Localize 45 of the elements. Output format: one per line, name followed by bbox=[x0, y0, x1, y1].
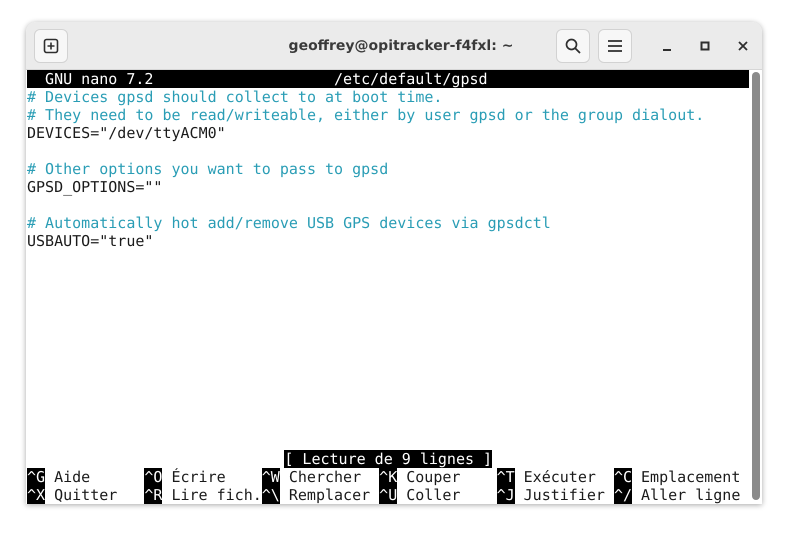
shortcut-label: Couper bbox=[406, 468, 460, 486]
shortcut-label: Quitter bbox=[54, 486, 118, 504]
shortcut-key: ^\ bbox=[262, 486, 280, 504]
menu-icon bbox=[607, 38, 623, 52]
shortcut-key: ^U bbox=[379, 486, 398, 504]
code-comment: # Other options you want to pass to gpsd bbox=[27, 160, 388, 178]
shortcut-key: ^T bbox=[496, 468, 515, 486]
code-comment: # Automatically hot add/remove USB GPS devices via gpsdctl bbox=[27, 214, 551, 232]
shortcut-label: Remplacer bbox=[288, 486, 370, 504]
search-icon bbox=[565, 38, 581, 54]
code-comment: # They need to be read/writeable, either by user gpsd or the group dialout. bbox=[27, 106, 704, 124]
shortcut-label: Aller ligne bbox=[641, 486, 740, 504]
file-path: /etc/default/gpsd bbox=[334, 70, 488, 88]
shortcut-key: ^X bbox=[27, 486, 46, 504]
editor-version: GNU nano 7.2 bbox=[45, 70, 154, 88]
shortcut-key: ^J bbox=[496, 486, 515, 504]
code-line: DEVICES="/dev/ttyACM0" bbox=[27, 124, 226, 142]
maximize-icon bbox=[700, 40, 710, 50]
shortcut-label: Justifier bbox=[524, 486, 605, 504]
shortcut-key: ^/ bbox=[614, 486, 632, 504]
shortcut-label: Écrire bbox=[171, 468, 226, 486]
scrollbar-thumb[interactable] bbox=[752, 72, 760, 500]
shortcut-label: Exécuter bbox=[524, 468, 596, 486]
shortcut-key: ^R bbox=[144, 486, 162, 504]
minimize-icon bbox=[663, 48, 671, 50]
plus-square-icon bbox=[43, 38, 59, 54]
close-icon bbox=[738, 40, 748, 50]
shortcut-label: Aide bbox=[54, 468, 90, 486]
status-message: [ Lecture de 9 lignes ] bbox=[284, 450, 492, 468]
shortcut-key: ^G bbox=[27, 468, 46, 486]
code-line: GPSD_OPTIONS="" bbox=[27, 178, 162, 196]
shortcut-key: ^O bbox=[144, 468, 162, 486]
window-title: geoffrey@opitracker-f4fxl: ~ bbox=[288, 38, 514, 54]
code-line: USBAUTO="true" bbox=[27, 232, 154, 250]
shortcut-label: Chercher bbox=[288, 468, 362, 486]
code-comment: # Devices gpsd should collect to at boot time. bbox=[27, 88, 442, 106]
shortcut-key: ^W bbox=[262, 468, 280, 486]
shortcut-key: ^K bbox=[379, 468, 398, 486]
shortcut-label: Lire fich. bbox=[171, 486, 262, 504]
shortcut-label: Emplacement bbox=[641, 468, 740, 486]
menu-button[interactable] bbox=[598, 28, 632, 62]
search-button[interactable] bbox=[556, 28, 590, 62]
shortcut-key: ^C bbox=[614, 468, 632, 486]
new-tab-button[interactable] bbox=[34, 28, 68, 62]
shortcut-label: Coller bbox=[406, 486, 460, 504]
